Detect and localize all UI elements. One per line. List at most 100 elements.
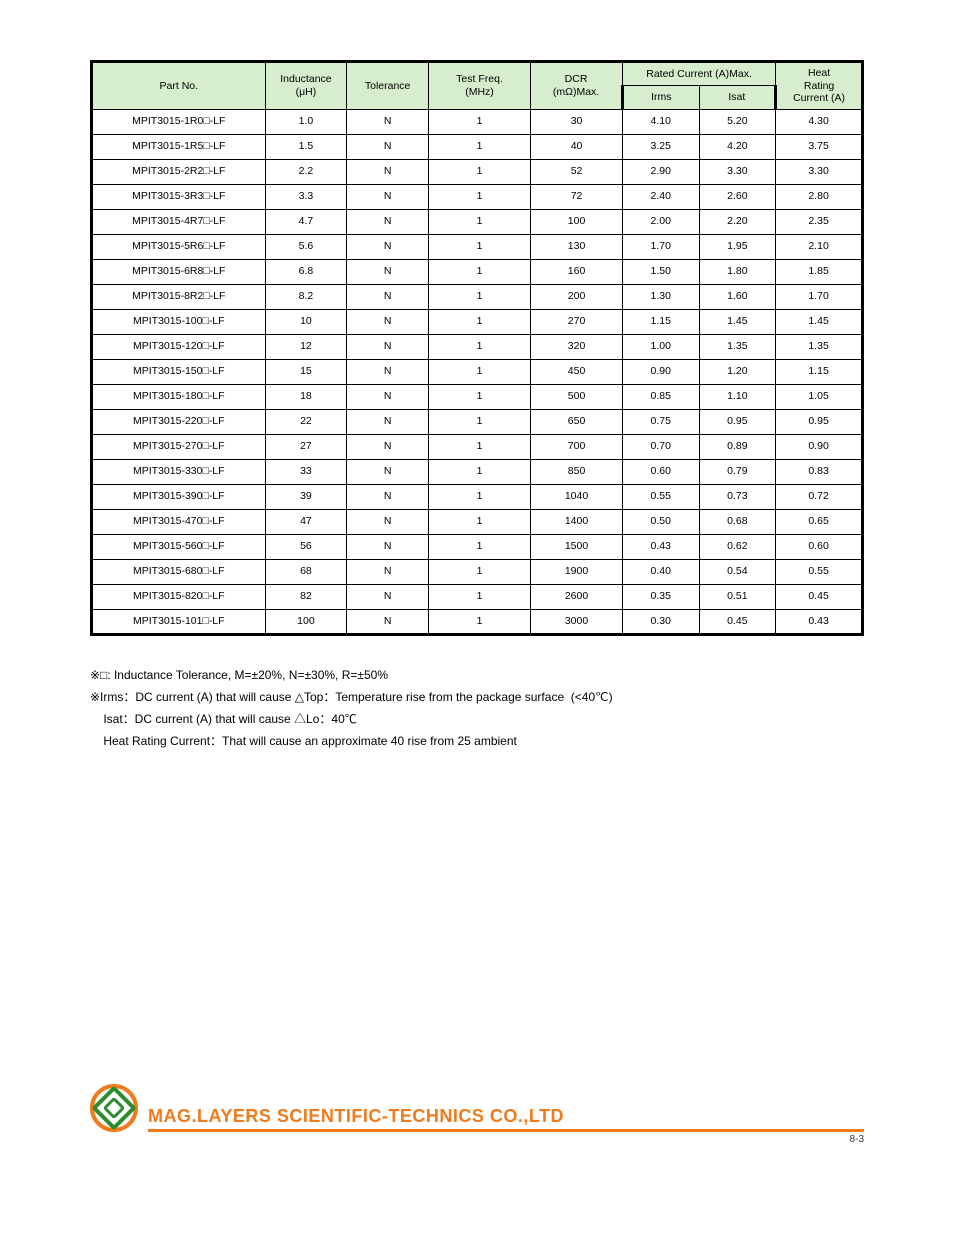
col-tolerance: Tolerance: [347, 62, 429, 110]
cell-heat: 1.85: [776, 259, 863, 284]
cell-dcr: 650: [531, 409, 623, 434]
cell-dcr: 1040: [531, 484, 623, 509]
cell-pn: MPIT3015-1R5□-LF: [92, 134, 266, 159]
cell-heat: 2.80: [776, 184, 863, 209]
col-rated-current: Rated Current (A)Max.: [622, 62, 775, 86]
cell-irms: 0.85: [622, 384, 699, 409]
cell-l: 22: [265, 409, 347, 434]
cell-isat: 5.20: [699, 109, 776, 134]
cell-f: 1: [428, 159, 530, 184]
cell-isat: 2.60: [699, 184, 776, 209]
cell-heat: 0.45: [776, 584, 863, 609]
table-row: MPIT3015-150□-LF15N14500.901.201.15: [92, 359, 863, 384]
cell-isat: 1.95: [699, 234, 776, 259]
cell-tol: N: [347, 234, 429, 259]
note-line-1: ※□: Inductance Tolerance, M=±20%, N=±30%…: [90, 664, 864, 686]
cell-isat: 4.20: [699, 134, 776, 159]
cell-dcr: 450: [531, 359, 623, 384]
cell-tol: N: [347, 584, 429, 609]
cell-irms: 2.90: [622, 159, 699, 184]
cell-tol: N: [347, 384, 429, 409]
cell-f: 1: [428, 134, 530, 159]
cell-irms: 0.70: [622, 434, 699, 459]
cell-isat: 1.20: [699, 359, 776, 384]
col-heat-rating: HeatRatingCurrent (A): [776, 62, 863, 110]
cell-pn: MPIT3015-820□-LF: [92, 584, 266, 609]
table-row: MPIT3015-560□-LF56N115000.430.620.60: [92, 534, 863, 559]
cell-dcr: 72: [531, 184, 623, 209]
table-row: MPIT3015-6R8□-LF6.8N11601.501.801.85: [92, 259, 863, 284]
cell-dcr: 52: [531, 159, 623, 184]
cell-heat: 0.43: [776, 609, 863, 634]
table-row: MPIT3015-3R3□-LF3.3N1722.402.602.80: [92, 184, 863, 209]
cell-dcr: 1400: [531, 509, 623, 534]
table-row: MPIT3015-1R0□-LF1.0N1304.105.204.30: [92, 109, 863, 134]
cell-heat: 0.55: [776, 559, 863, 584]
table-row: MPIT3015-100□-LF10N12701.151.451.45: [92, 309, 863, 334]
cell-f: 1: [428, 184, 530, 209]
cell-pn: MPIT3015-1R0□-LF: [92, 109, 266, 134]
table-row: MPIT3015-8R2□-LF8.2N12001.301.601.70: [92, 284, 863, 309]
specification-table: Part No. Inductance(μH) Tolerance Test F…: [90, 60, 864, 636]
cell-tol: N: [347, 434, 429, 459]
cell-dcr: 270: [531, 309, 623, 334]
note-line-2: ※Irms：DC current (A) that will cause △To…: [90, 686, 864, 708]
table-row: MPIT3015-680□-LF68N119000.400.540.55: [92, 559, 863, 584]
cell-l: 6.8: [265, 259, 347, 284]
cell-l: 47: [265, 509, 347, 534]
cell-l: 39: [265, 484, 347, 509]
col-part-no: Part No.: [92, 62, 266, 110]
cell-pn: MPIT3015-330□-LF: [92, 459, 266, 484]
cell-tol: N: [347, 284, 429, 309]
cell-f: 1: [428, 409, 530, 434]
cell-pn: MPIT3015-4R7□-LF: [92, 209, 266, 234]
cell-heat: 1.15: [776, 359, 863, 384]
cell-dcr: 1500: [531, 534, 623, 559]
table-row: MPIT3015-220□-LF22N16500.750.950.95: [92, 409, 863, 434]
cell-irms: 1.30: [622, 284, 699, 309]
cell-heat: 1.70: [776, 284, 863, 309]
cell-isat: 1.80: [699, 259, 776, 284]
table-row: MPIT3015-270□-LF27N17000.700.890.90: [92, 434, 863, 459]
cell-isat: 1.35: [699, 334, 776, 359]
cell-heat: 2.35: [776, 209, 863, 234]
cell-irms: 0.90: [622, 359, 699, 384]
cell-f: 1: [428, 609, 530, 634]
cell-dcr: 200: [531, 284, 623, 309]
cell-isat: 0.51: [699, 584, 776, 609]
cell-irms: 3.25: [622, 134, 699, 159]
cell-l: 2.2: [265, 159, 347, 184]
table-row: MPIT3015-5R6□-LF5.6N11301.701.952.10: [92, 234, 863, 259]
cell-heat: 0.72: [776, 484, 863, 509]
cell-l: 82: [265, 584, 347, 609]
col-dcr: DCR(mΩ)Max.: [531, 62, 623, 110]
cell-l: 8.2: [265, 284, 347, 309]
cell-isat: 0.45: [699, 609, 776, 634]
cell-dcr: 500: [531, 384, 623, 409]
cell-l: 3.3: [265, 184, 347, 209]
cell-pn: MPIT3015-220□-LF: [92, 409, 266, 434]
cell-l: 5.6: [265, 234, 347, 259]
cell-isat: 1.10: [699, 384, 776, 409]
company-logo-icon: [90, 1084, 138, 1132]
cell-tol: N: [347, 459, 429, 484]
cell-heat: 3.75: [776, 134, 863, 159]
cell-tol: N: [347, 259, 429, 284]
cell-dcr: 850: [531, 459, 623, 484]
cell-pn: MPIT3015-560□-LF: [92, 534, 266, 559]
cell-irms: 4.10: [622, 109, 699, 134]
cell-pn: MPIT3015-3R3□-LF: [92, 184, 266, 209]
cell-irms: 0.40: [622, 559, 699, 584]
cell-f: 1: [428, 309, 530, 334]
cell-dcr: 3000: [531, 609, 623, 634]
cell-f: 1: [428, 109, 530, 134]
cell-f: 1: [428, 384, 530, 409]
cell-tol: N: [347, 159, 429, 184]
cell-tol: N: [347, 309, 429, 334]
cell-l: 68: [265, 559, 347, 584]
table-row: MPIT3015-820□-LF82N126000.350.510.45: [92, 584, 863, 609]
cell-l: 1.0: [265, 109, 347, 134]
cell-irms: 0.55: [622, 484, 699, 509]
cell-tol: N: [347, 209, 429, 234]
table-row: MPIT3015-330□-LF33N18500.600.790.83: [92, 459, 863, 484]
